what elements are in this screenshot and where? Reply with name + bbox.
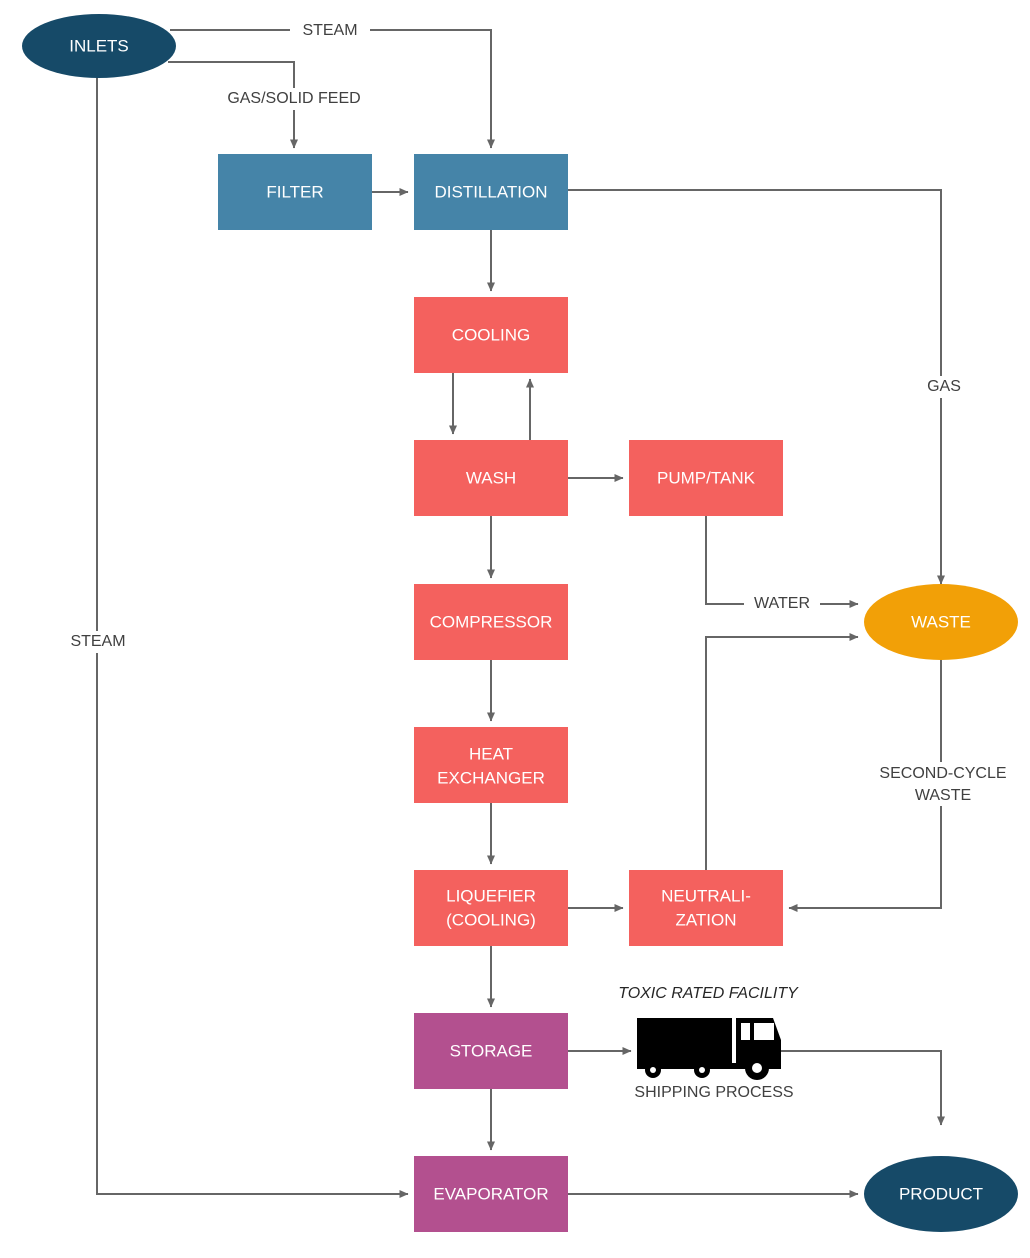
node-product[interactable]: PRODUCT: [864, 1156, 1018, 1232]
node-cooling[interactable]: COOLING: [414, 297, 568, 373]
node-wash[interactable]: WASH: [414, 440, 568, 516]
annotation-shipping-process: SHIPPING PROCESS: [634, 1084, 793, 1101]
edge-label-second-cycle-waste-line1: SECOND-CYCLE: [879, 765, 1006, 782]
edge-label-gas: GAS: [927, 378, 961, 395]
edge-label-gas-solid-feed: GAS/SOLID FEED: [227, 90, 360, 107]
truck-icon: [637, 1018, 781, 1080]
node-waste[interactable]: WASTE: [864, 584, 1018, 660]
flow-canvas: INLETS FILTER DISTILLATION COOLING WASH: [22, 14, 1029, 1232]
node-compressor[interactable]: COMPRESSOR: [414, 584, 568, 660]
node-filter[interactable]: FILTER: [218, 154, 372, 230]
nodes: INLETS FILTER DISTILLATION COOLING WASH: [22, 14, 1018, 1232]
node-evaporator[interactable]: EVAPORATOR: [414, 1156, 568, 1232]
edge-pumptank-waste: [705, 516, 859, 608]
node-heat-exchanger[interactable]: HEAT EXCHANGER: [414, 727, 568, 803]
process-flow-diagram: INLETS FILTER DISTILLATION COOLING WASH: [0, 0, 1030, 1258]
node-pump-tank[interactable]: PUMP/TANK: [629, 440, 783, 516]
node-liquefier[interactable]: LIQUEFIER (COOLING): [414, 870, 568, 946]
node-distillation[interactable]: DISTILLATION: [414, 154, 568, 230]
edge-distillation-waste: [568, 189, 945, 585]
node-storage[interactable]: STORAGE: [414, 1013, 568, 1089]
edge-label-water: WATER: [754, 595, 810, 612]
node-neutralization[interactable]: NEUTRALI- ZATION: [629, 870, 783, 946]
edge-neutralization-waste: [705, 633, 859, 870]
edge-label-steam-top: STEAM: [302, 22, 357, 39]
edge-label-steam-left: STEAM: [70, 633, 125, 650]
edge-shipping-product: [775, 1050, 945, 1126]
annotation-toxic-rated-facility: TOXIC RATED FACILITY: [618, 985, 799, 1002]
edge-inlets-evaporator: [96, 76, 409, 1198]
edge-label-second-cycle-waste-line2: WASTE: [915, 787, 971, 804]
node-inlets[interactable]: INLETS: [22, 14, 176, 78]
